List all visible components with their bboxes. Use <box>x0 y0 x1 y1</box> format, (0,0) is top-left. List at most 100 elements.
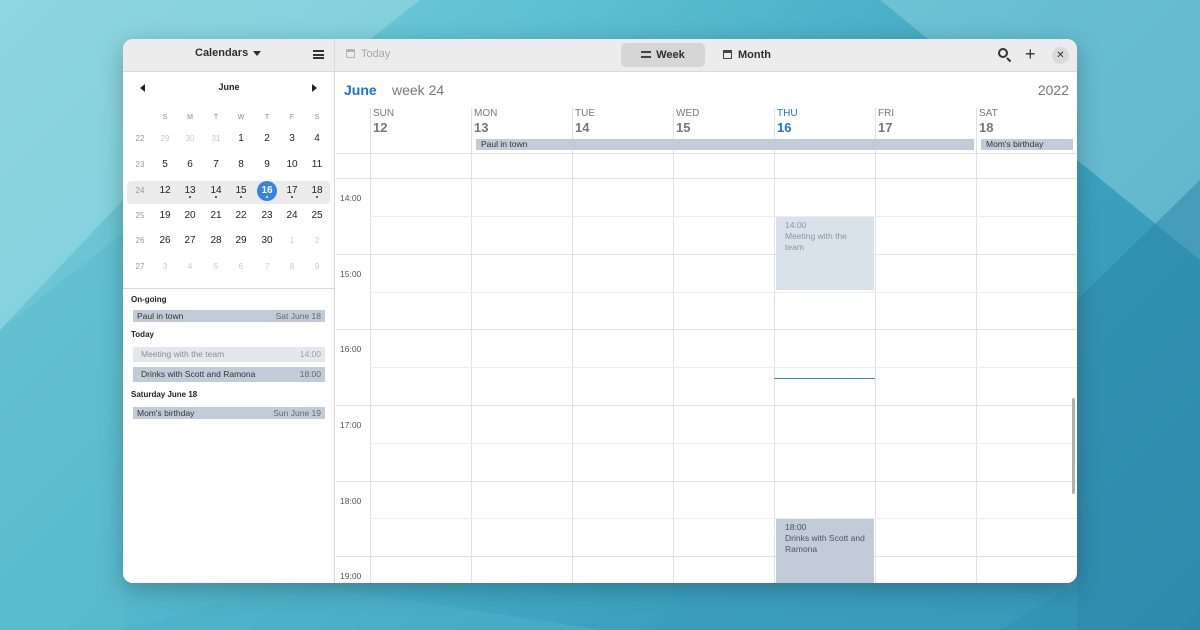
day-cell[interactable]: 14 <box>206 181 226 201</box>
agenda-item-time: Sat June 18 <box>275 311 321 321</box>
day-number: 22 <box>235 210 247 221</box>
day-number: 12 <box>159 185 171 196</box>
day-cell[interactable]: 30 <box>257 231 277 251</box>
search-button[interactable] <box>998 48 1012 63</box>
day-number: 14 <box>210 185 222 196</box>
day-cell[interactable]: 24 <box>282 206 302 226</box>
event-indicator <box>291 196 293 198</box>
day-cell[interactable]: 6 <box>180 155 200 175</box>
day-cell[interactable]: 10 <box>282 155 302 175</box>
day-number: 21 <box>210 210 222 221</box>
day-cell[interactable]: 15 <box>231 181 251 201</box>
event-block[interactable]: 18:00 Drinks with Scott and Ramona <box>776 519 874 583</box>
day-number: 13 <box>474 120 489 135</box>
day-cell[interactable]: 2 <box>257 129 277 149</box>
weekday-header: S <box>162 114 168 121</box>
day-name: THU <box>777 108 798 119</box>
day-cell[interactable]: 2 <box>307 231 327 251</box>
day-cell[interactable]: 18 <box>307 181 327 201</box>
calendars-dropdown[interactable]: Calendars <box>195 47 262 59</box>
day-cell[interactable]: 6 <box>231 257 251 277</box>
day-cell[interactable]: 30 <box>180 129 200 149</box>
event-time: 18:00 <box>785 522 807 532</box>
day-cell[interactable]: 12 <box>155 181 175 201</box>
week-number: 26 <box>135 236 145 245</box>
day-cell[interactable]: 1 <box>282 231 302 251</box>
day-cell[interactable]: 19 <box>155 206 175 226</box>
day-cell[interactable]: 16 <box>257 181 277 201</box>
day-cell[interactable]: 9 <box>307 257 327 277</box>
today-button[interactable]: Today <box>346 48 390 60</box>
day-number: 4 <box>187 262 193 271</box>
week-view-button[interactable]: Week <box>621 43 705 67</box>
allday-event[interactable]: Paul in town <box>476 139 974 150</box>
day-cell[interactable]: 1 <box>231 129 251 149</box>
hour-divider <box>336 480 1077 482</box>
day-number: 14 <box>575 120 590 135</box>
day-cell[interactable]: 20 <box>180 206 200 226</box>
month-grid-icon <box>723 50 732 59</box>
next-month-icon[interactable] <box>312 84 317 92</box>
month-view-button[interactable]: Month <box>723 43 783 67</box>
day-cell[interactable]: 17 <box>282 181 302 201</box>
hour-label: 18:00 <box>340 495 362 506</box>
agenda-item-title: Mom's birthday <box>137 408 195 418</box>
day-cell[interactable]: 5 <box>206 257 226 277</box>
day-column-header[interactable]: SAT 18 <box>979 108 998 138</box>
day-number: 30 <box>185 134 195 143</box>
day-cell[interactable]: 23 <box>257 206 277 226</box>
column-divider <box>370 108 371 583</box>
day-cell[interactable]: 9 <box>257 155 277 175</box>
agenda-item[interactable]: Drinks with Scott and Ramona 18:00 <box>133 367 325 382</box>
event-indicator <box>266 196 268 198</box>
week-number: 24 <box>135 186 145 195</box>
day-cell[interactable]: 27 <box>180 231 200 251</box>
day-cell[interactable]: 5 <box>155 155 175 175</box>
day-cell[interactable]: 29 <box>155 129 175 149</box>
day-cell[interactable]: 4 <box>180 257 200 277</box>
day-cell[interactable]: 11 <box>307 155 327 175</box>
day-number: 4 <box>314 133 320 144</box>
day-column-header[interactable]: MON 13 <box>474 108 497 138</box>
day-cell[interactable]: 28 <box>206 231 226 251</box>
allday-event[interactable]: Mom's birthday <box>981 139 1073 150</box>
event-block[interactable]: 14:00 Meeting with the team <box>776 217 874 290</box>
agenda-saturday-header: Saturday June 18 <box>131 390 198 399</box>
day-cell[interactable]: 7 <box>257 257 277 277</box>
column-divider <box>673 108 674 583</box>
day-number: 17 <box>286 185 298 196</box>
agenda-item[interactable]: Paul in town Sat June 18 <box>133 310 325 322</box>
day-cell[interactable]: 22 <box>231 206 251 226</box>
day-cell[interactable]: 21 <box>206 206 226 226</box>
day-cell[interactable]: 8 <box>231 155 251 175</box>
day-column-header[interactable]: WED 15 <box>676 108 699 138</box>
day-cell[interactable]: 31 <box>206 129 226 149</box>
day-number: 15 <box>676 120 691 135</box>
menu-icon[interactable] <box>313 50 324 59</box>
day-column-header[interactable]: SUN 12 <box>373 108 394 138</box>
close-button[interactable]: ✕ <box>1052 47 1069 64</box>
day-cell[interactable]: 29 <box>231 231 251 251</box>
hour-divider <box>336 329 1077 331</box>
day-name: WED <box>676 108 700 119</box>
day-cell[interactable]: 13 <box>180 181 200 201</box>
day-cell[interactable]: 25 <box>307 206 327 226</box>
agenda-item[interactable]: Mom's birthday Sun June 19 <box>133 407 325 419</box>
day-number: 11 <box>311 159 323 170</box>
half-hour-divider <box>370 442 1077 444</box>
day-column-header[interactable]: TUE 14 <box>575 108 595 138</box>
day-cell[interactable]: 26 <box>155 231 175 251</box>
vertical-scrollbar[interactable] <box>1072 398 1075 494</box>
week-view-year: 2022 <box>1037 82 1069 98</box>
day-column-header[interactable]: FRI 17 <box>878 108 894 138</box>
day-cell[interactable]: 3 <box>282 129 302 149</box>
day-cell[interactable]: 3 <box>155 257 175 277</box>
agenda-item[interactable]: Meeting with the team 14:00 <box>133 347 325 362</box>
event-title: Drinks with Scott and Ramona <box>785 533 865 554</box>
day-cell[interactable]: 4 <box>307 129 327 149</box>
weekday-header: F <box>289 114 295 121</box>
day-column-header[interactable]: THU 16 <box>777 108 798 138</box>
day-cell[interactable]: 7 <box>206 155 226 175</box>
day-cell[interactable]: 8 <box>282 257 302 277</box>
add-event-button[interactable]: + <box>1025 45 1036 63</box>
